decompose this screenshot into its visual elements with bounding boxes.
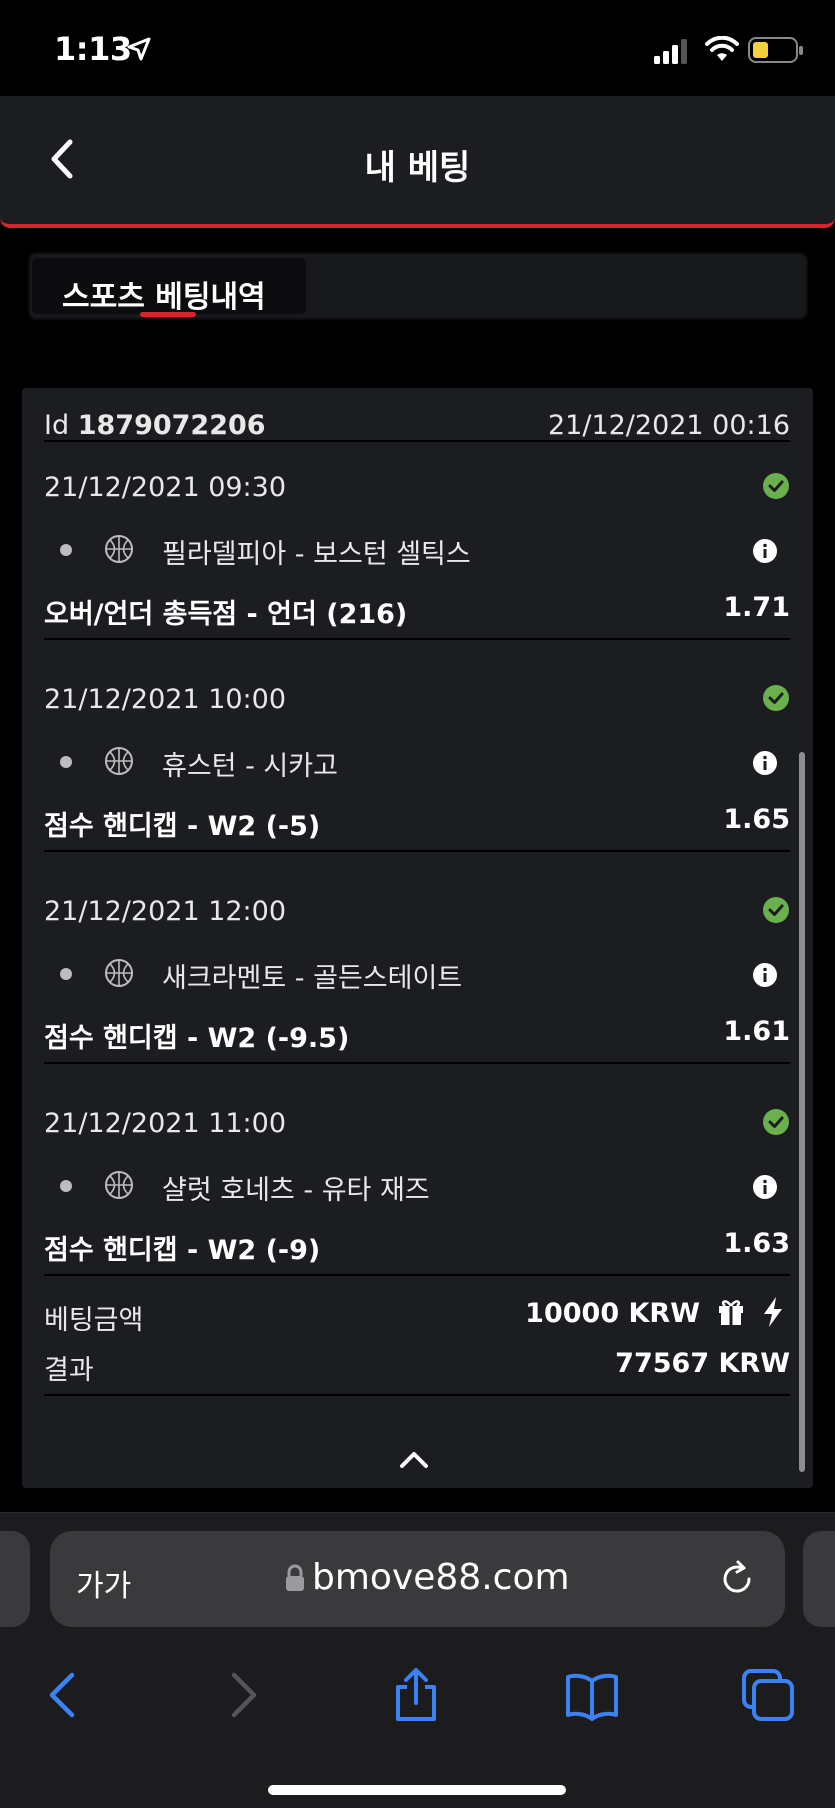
home-indicator[interactable]	[268, 1785, 566, 1795]
scrollbar[interactable]	[799, 752, 805, 1472]
odds-value: 1.71	[723, 592, 790, 623]
address-bar[interactable]: 가가 bmove88.com	[50, 1531, 785, 1627]
browser-forward-icon[interactable]	[214, 1667, 270, 1723]
app-header: 내 베팅	[0, 96, 835, 228]
divider	[44, 850, 790, 852]
match-name: 휴스턴 - 시카고	[162, 751, 338, 782]
basketball-icon	[105, 535, 133, 563]
check-circle-icon	[763, 1109, 789, 1135]
basketball-icon	[105, 747, 133, 775]
basketball-icon	[105, 1171, 133, 1199]
market-name: 점수 핸디캡 - W2 (-9)	[44, 1235, 321, 1266]
tabs-icon[interactable]	[740, 1667, 796, 1723]
bet-id-row: Id 1879072206 21/12/2021 00:16	[44, 402, 790, 442]
status-bar: 1:13	[0, 0, 835, 96]
match-name: 필라델피아 - 보스턴 셀틱스	[162, 539, 471, 570]
bet-id-value: 1879072206	[77, 410, 266, 441]
info-icon[interactable]	[752, 962, 778, 988]
bullet-dot	[60, 968, 72, 980]
info-icon[interactable]	[752, 538, 778, 564]
tab-label: 스포츠 베팅내역	[62, 280, 266, 315]
check-circle-icon	[763, 473, 789, 499]
selection-item: 21/12/2021 11:00 샬럿 호네츠 - 유타 재즈 점수 핸디캡 -…	[44, 1078, 790, 1278]
info-icon[interactable]	[752, 1174, 778, 1200]
bullet-dot	[60, 1180, 72, 1192]
reload-icon[interactable]	[717, 1559, 757, 1599]
basketball-icon	[105, 959, 133, 987]
browser-toolbar: 가가 bmove88.com	[0, 1512, 835, 1808]
result-value: 77567 KRW	[615, 1348, 790, 1379]
divider	[44, 638, 790, 640]
tab-bar: 스포츠 베팅내역	[28, 252, 808, 320]
wifi-icon	[705, 36, 739, 61]
selection-item: 21/12/2021 09:30 필라델피아 - 보스턴 셀틱스 오버/언더 총…	[44, 442, 790, 642]
selection-item: 21/12/2021 10:00 휴스턴 - 시카고 점수 핸디캡 - W2 (…	[44, 654, 790, 854]
status-time: 1:13	[54, 30, 132, 68]
selection-date: 21/12/2021 09:30	[44, 472, 287, 503]
info-icon[interactable]	[752, 750, 778, 776]
bet-placed-date: 21/12/2021 00:16	[547, 410, 790, 441]
gift-icon[interactable]	[716, 1296, 746, 1326]
share-icon[interactable]	[388, 1667, 444, 1723]
selection-date: 21/12/2021 10:00	[44, 684, 287, 715]
tab-active-indicator	[140, 312, 196, 317]
selection-date: 21/12/2021 12:00	[44, 896, 287, 927]
divider	[44, 1394, 790, 1396]
market-name: 오버/언더 총득점 - 언더 (216)	[44, 599, 408, 630]
bullet-dot	[60, 544, 72, 556]
bookmarks-icon[interactable]	[564, 1667, 620, 1723]
check-circle-icon	[763, 897, 789, 923]
battery-icon	[748, 37, 803, 63]
stake-row: 베팅금액 10000 KRW	[44, 1296, 790, 1338]
tab-sports-bet-history[interactable]: 스포츠 베팅내역	[32, 258, 306, 317]
location-arrow-icon	[127, 37, 151, 61]
text-size-button[interactable]: 가가	[76, 1561, 131, 1605]
divider	[44, 1274, 790, 1276]
browser-nav-bar	[0, 1645, 835, 1745]
check-circle-icon	[763, 685, 789, 711]
collapse-chevron-up-icon[interactable]	[394, 1444, 434, 1474]
previous-tab-peek[interactable]	[0, 1531, 30, 1627]
stake-value: 10000 KRW	[525, 1298, 700, 1329]
selection-date: 21/12/2021 11:00	[44, 1108, 287, 1139]
result-row: 결과 77567 KRW	[44, 1348, 790, 1388]
stake-label: 베팅금액	[44, 1305, 144, 1336]
next-tab-peek[interactable]	[803, 1531, 835, 1627]
lock-icon	[286, 1564, 304, 1591]
match-name: 샬럿 호네츠 - 유타 재즈	[162, 1175, 430, 1206]
bet-id-label: Id	[44, 410, 70, 441]
market-name: 점수 핸디캡 - W2 (-9.5)	[44, 1023, 350, 1054]
cellular-signal-icon	[654, 39, 687, 64]
bullet-dot	[60, 756, 72, 768]
divider	[44, 1062, 790, 1064]
result-label: 결과	[44, 1355, 94, 1386]
lightning-bolt-icon[interactable]	[760, 1296, 786, 1328]
match-name: 새크라멘토 - 골든스테이트	[162, 963, 463, 994]
selection-item: 21/12/2021 12:00 새크라멘토 - 골든스테이트 점수 핸디캡 -…	[44, 866, 790, 1066]
browser-back-icon[interactable]	[36, 1667, 92, 1723]
odds-value: 1.65	[723, 804, 790, 835]
odds-value: 1.63	[723, 1228, 790, 1259]
market-name: 점수 핸디캡 - W2 (-5)	[44, 811, 321, 842]
page-title: 내 베팅	[364, 148, 471, 188]
odds-value: 1.61	[723, 1016, 790, 1047]
url-text: bmove88.com	[312, 1557, 570, 1598]
bet-card: Id 1879072206 21/12/2021 00:16 21/12/202…	[22, 388, 813, 1488]
